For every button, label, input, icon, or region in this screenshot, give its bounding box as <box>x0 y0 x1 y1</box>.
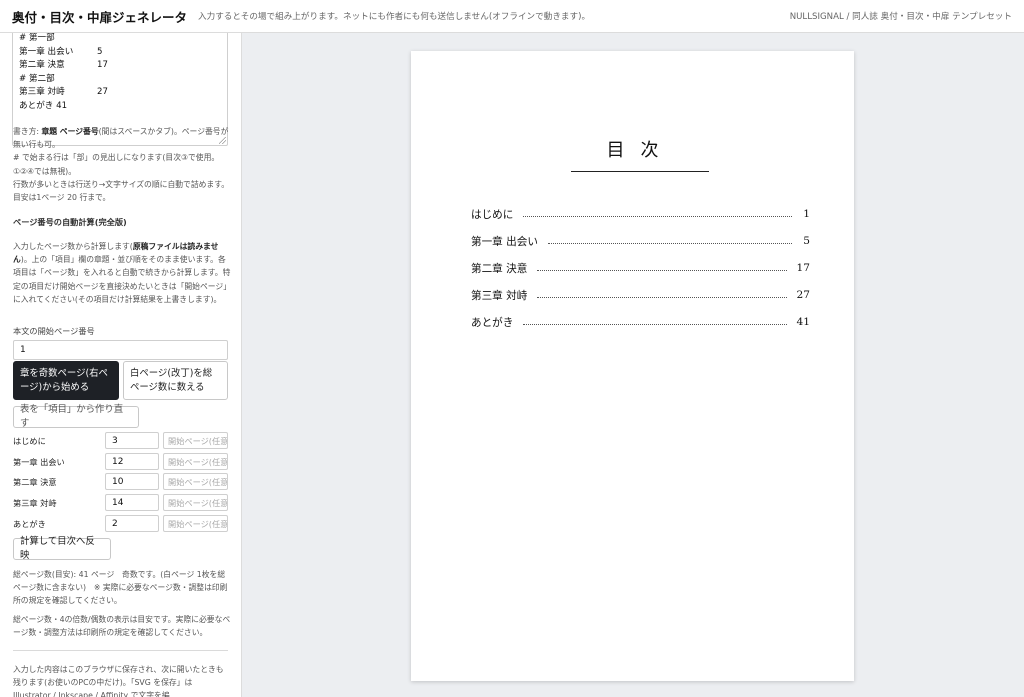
count-blank-pages-button[interactable]: 白ページ(改丁)を総ページ数に数える <box>123 361 228 400</box>
toc-entry: 第一章 出会い 5 <box>471 233 810 249</box>
calculate-button[interactable]: 計算して目次へ反映 <box>13 536 111 561</box>
app-subtitle: 入力するとその場で組み上がります。ネットにも作者にも何も送信しません(オフライン… <box>198 12 591 22</box>
textarea-line: 第一章 出会い 5 <box>19 46 103 57</box>
row-pages-input[interactable]: 3 <box>105 432 159 449</box>
auto-calc-title: ページ番号の自動計算(完全版) <box>13 217 127 227</box>
settings-sidebar: # 第一部 第一章 出会い 5 第二章 決意 17 # 第二部 第三章 対峙 27 あ… <box>0 33 242 697</box>
auto-calc-help: 入力したページ数から計算します(原稿ファイルは読みません)。上の「項目」欄の章題… <box>13 242 231 304</box>
start-page-input[interactable]: 1 <box>13 340 228 360</box>
total-pages-text: 総ページ数(目安): 41 ページ 奇数です。(白ページ 1枚を総ページ数に含ま… <box>13 570 228 606</box>
row-pages-input[interactable]: 2 <box>105 515 159 532</box>
toc-leader-dots <box>523 215 792 217</box>
row-start-input[interactable]: 開始ページ(任意) <box>163 473 228 490</box>
row-label: はじめに <box>13 436 46 446</box>
row-start-input[interactable]: 開始ページ(任意) <box>163 494 228 511</box>
toc-entry-title: 第一章 出会い <box>471 235 538 248</box>
toc-leader-dots <box>523 323 787 325</box>
rebuild-table-button[interactable]: 表を「項目」から作り直す <box>13 404 139 429</box>
toc-preview-page: 目次 はじめに 1 第一章 出会い 5 第二章 決意 17 第三章 対峙 27 … <box>411 51 854 681</box>
toc-entry: あとがき 41 <box>471 314 810 330</box>
app-title: 奥付・目次・中扉ジェネレータ <box>12 9 188 25</box>
toc-entry-page: 41 <box>796 316 810 328</box>
toc-entry-page: 5 <box>803 235 810 247</box>
toc-leader-dots <box>537 269 787 271</box>
toc-leader-dots <box>537 296 787 298</box>
row-label: 第一章 出会い <box>13 457 65 467</box>
toc-entry-title: はじめに <box>471 208 514 221</box>
row-pages-input[interactable]: 14 <box>105 494 159 511</box>
toc-entry-title: あとがき <box>471 316 514 329</box>
textarea-line: 第二章 決意 17 <box>19 60 108 71</box>
toc-title-rule <box>571 171 709 172</box>
toc-entry-title: 第二章 決意 <box>471 262 528 275</box>
toc-entry-page: 27 <box>796 289 810 301</box>
row-start-input[interactable]: 開始ページ(任意) <box>163 515 228 532</box>
row-start-input[interactable]: 開始ページ(任意) <box>163 432 228 449</box>
printer-note-text: 総ページ数・4の倍数/偶数の表示は目安です。実際に必要なページ数・調整方法は印刷… <box>13 615 231 638</box>
textarea-line: 第三章 対峙 27 <box>19 87 108 98</box>
row-pages-input[interactable]: 12 <box>105 453 159 470</box>
toc-entry: はじめに 1 <box>471 206 810 222</box>
row-label: 第三章 対峙 <box>13 498 57 508</box>
toc-entry-page: 17 <box>796 262 810 274</box>
app-header: 奥付・目次・中扉ジェネレータ 入力するとその場で組み上がります。ネットにも作者に… <box>0 0 1024 33</box>
toc-entry-title: 第三章 対峙 <box>471 289 528 302</box>
textarea-line: # 第二部 <box>19 73 55 84</box>
brand-label: NULLSIGNAL / 同人誌 奥付・目次・中扉 テンプレセット <box>789 12 1012 22</box>
storage-note-text: 入力した内容はこのブラウザに保存され、次に開いたときも残ります(お使いのPCの中… <box>13 665 224 697</box>
textarea-line: あとがき 41 <box>19 100 68 111</box>
textarea-line: # 第一部 <box>19 33 55 43</box>
odd-page-start-button[interactable]: 章を奇数ページ(右ページ)から始める <box>13 361 119 400</box>
row-label: 第二章 決意 <box>13 477 57 487</box>
start-page-label: 本文の開始ページ番号 <box>13 326 95 336</box>
row-pages-input[interactable]: 10 <box>105 473 159 490</box>
toc-title: 目次 <box>606 140 675 161</box>
toc-entry: 第三章 対峙 27 <box>471 287 810 303</box>
toc-entry: 第二章 決意 17 <box>471 260 810 276</box>
row-start-input[interactable]: 開始ページ(任意) <box>163 453 228 470</box>
format-help: 書き方: 章題 ページ番号(間はスペースかタブ)。ページ番号が無い行も可。 # … <box>13 127 230 203</box>
toc-entry-page: 1 <box>803 208 810 220</box>
divider <box>13 650 228 651</box>
row-label: あとがき <box>13 519 46 529</box>
toc-leader-dots <box>547 242 792 244</box>
